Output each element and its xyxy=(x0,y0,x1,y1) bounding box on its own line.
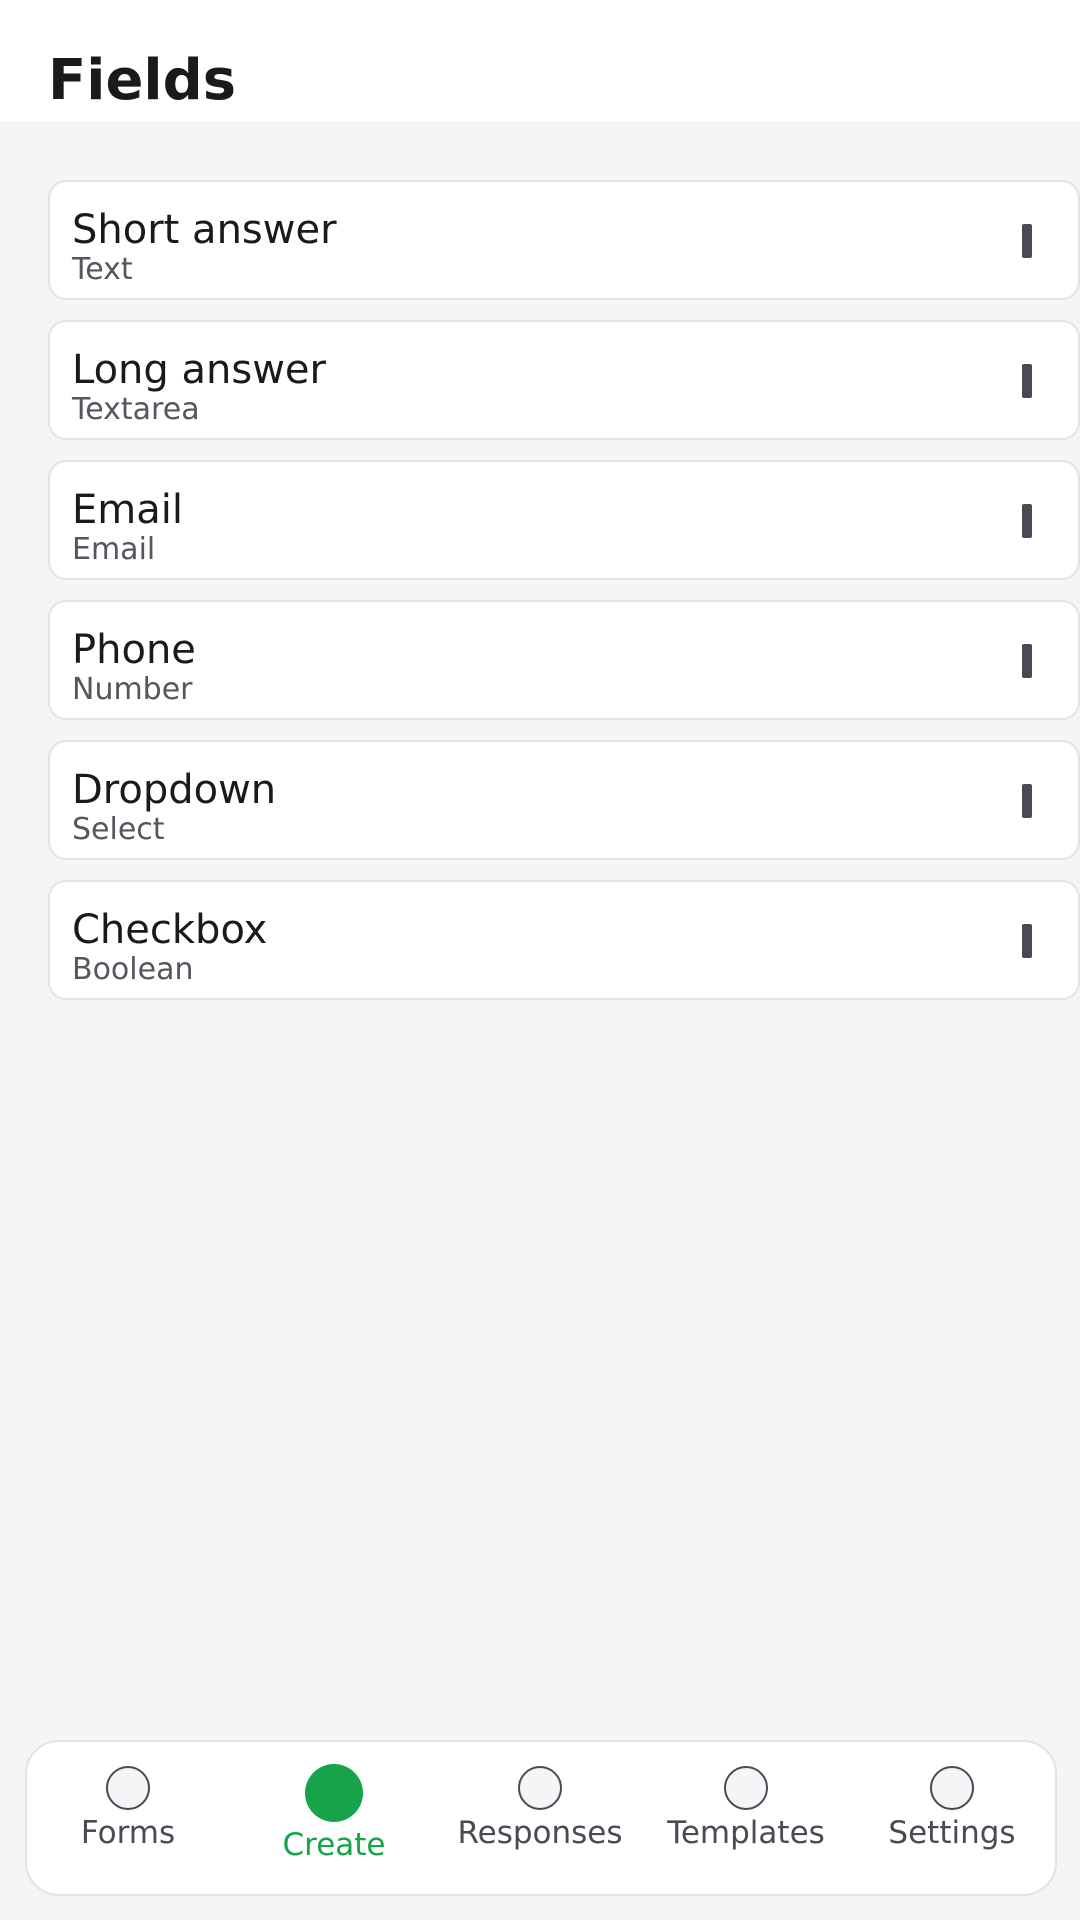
tab-forms[interactable]: Forms xyxy=(28,1742,228,1898)
drag-handle-icon[interactable] xyxy=(1022,924,1032,958)
field-type: Boolean xyxy=(72,952,194,987)
circle-icon xyxy=(724,1766,768,1810)
tab-label: Settings xyxy=(888,1815,1016,1851)
tab-label: Templates xyxy=(667,1815,825,1851)
field-name: Phone xyxy=(72,627,196,673)
drag-handle-icon[interactable] xyxy=(1022,364,1032,398)
field-type: Email xyxy=(72,532,156,567)
field-name: Checkbox xyxy=(72,907,268,953)
circle-icon xyxy=(930,1766,974,1810)
fields-screen: Fields Short answer Text Long answer Tex… xyxy=(0,0,1080,1920)
drag-handle-icon[interactable] xyxy=(1022,644,1032,678)
field-type: Select xyxy=(72,812,165,847)
drag-handle-icon[interactable] xyxy=(1022,224,1032,258)
field-name: Email xyxy=(72,487,183,533)
tab-label: Responses xyxy=(457,1815,623,1851)
field-list: Short answer Text Long answer Textarea E… xyxy=(48,180,1080,1020)
field-card-dropdown[interactable]: Dropdown Select xyxy=(48,740,1080,860)
drag-handle-icon[interactable] xyxy=(1022,784,1032,818)
page-title: Fields xyxy=(48,48,237,113)
field-card-long-answer[interactable]: Long answer Textarea xyxy=(48,320,1080,440)
header: Fields xyxy=(0,0,1080,121)
circle-icon xyxy=(305,1764,363,1822)
field-card-email[interactable]: Email Email xyxy=(48,460,1080,580)
field-type: Number xyxy=(72,672,193,707)
field-card-checkbox[interactable]: Checkbox Boolean xyxy=(48,880,1080,1000)
tab-templates[interactable]: Templates xyxy=(646,1742,846,1898)
drag-handle-icon[interactable] xyxy=(1022,504,1032,538)
circle-icon xyxy=(106,1766,150,1810)
tab-create[interactable]: Create xyxy=(234,1742,434,1898)
field-name: Dropdown xyxy=(72,767,277,813)
tab-label: Create xyxy=(282,1827,386,1863)
tab-label: Forms xyxy=(80,1815,176,1851)
tab-settings[interactable]: Settings xyxy=(852,1742,1052,1898)
circle-icon xyxy=(518,1766,562,1810)
bottom-tab-bar: Forms Create Responses Templates Setting… xyxy=(25,1740,1057,1896)
field-name: Short answer xyxy=(72,207,337,253)
field-type: Textarea xyxy=(72,392,200,427)
field-name: Long answer xyxy=(72,347,326,393)
field-type: Text xyxy=(72,252,133,287)
field-card-short-answer[interactable]: Short answer Text xyxy=(48,180,1080,300)
tab-responses[interactable]: Responses xyxy=(440,1742,640,1898)
field-card-phone[interactable]: Phone Number xyxy=(48,600,1080,720)
